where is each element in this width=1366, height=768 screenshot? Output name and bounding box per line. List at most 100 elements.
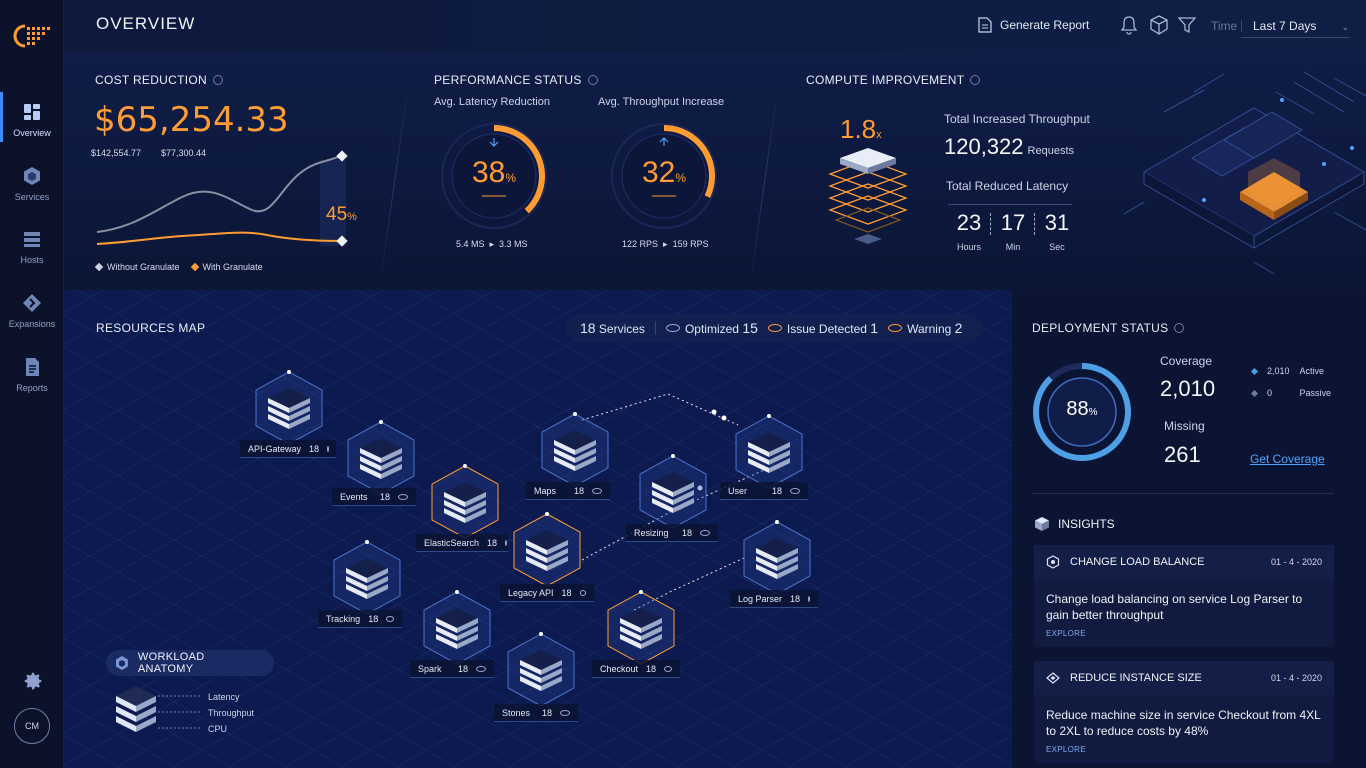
explore-link[interactable]: EXPLORE	[1034, 623, 1334, 648]
service-node-icon[interactable]	[344, 418, 418, 498]
sidebar-item-services[interactable]: Services	[0, 156, 64, 214]
cost-reduction-value: $65,254.33	[94, 100, 289, 140]
insight-card[interactable]: REDUCE INSTANCE SIZE 01 - 4 - 2020 Reduc…	[1034, 661, 1334, 763]
right-panel: DEPLOYMENT STATUS 88% Coverage 2,010 Mis…	[1012, 290, 1366, 768]
service-name: API-Gateway	[248, 443, 302, 454]
eye-icon	[700, 529, 710, 536]
page-title: OVERVIEW	[96, 14, 196, 33]
service-name: Resizing	[634, 527, 669, 538]
divider	[749, 82, 780, 282]
service-node-icon[interactable]	[636, 452, 710, 532]
timer-rule	[948, 204, 1072, 205]
time-range-select[interactable]: Last 7 Days ⌄	[1241, 12, 1349, 38]
service-node-icon[interactable]	[330, 538, 404, 618]
service-count: 18	[681, 527, 692, 538]
latency-timer: 23 Hours 17 Min 31 Sec	[948, 210, 1078, 252]
avatar[interactable]: CM	[14, 708, 50, 744]
sidebar-item-expansions[interactable]: Expansions	[0, 283, 64, 341]
hours-value: 23	[956, 210, 982, 235]
eye-icon	[398, 493, 408, 500]
service-node-label[interactable]: Legacy API 18	[500, 584, 594, 602]
workload-anatomy-button[interactable]: WORKLOAD ANATOMY	[106, 650, 274, 676]
service-name: User	[728, 485, 748, 496]
eye-icon	[579, 589, 586, 596]
insight-card[interactable]: CHANGE LOAD BALANCE 01 - 4 - 2020 Change…	[1034, 545, 1334, 647]
service-node-icon[interactable]	[604, 588, 678, 668]
cost-reduction-title: COST REDUCTION	[95, 73, 223, 87]
missing-value: 261	[1164, 442, 1201, 467]
service-count: 18	[561, 587, 572, 598]
get-coverage-link[interactable]: Get Coverage	[1250, 452, 1325, 466]
without-granulate-line	[96, 155, 343, 233]
service-node-icon[interactable]	[428, 462, 502, 542]
server-icon	[24, 232, 40, 247]
document-icon	[26, 358, 39, 376]
insight-card-date: 01 - 4 - 2020	[1270, 673, 1322, 683]
arrow-diamond-icon	[23, 294, 41, 312]
insights-title: INSIGHTS	[1034, 516, 1115, 532]
info-icon[interactable]	[1174, 323, 1185, 333]
service-count: 18	[771, 485, 782, 496]
service-count: 18	[646, 663, 657, 674]
report-icon	[978, 17, 992, 33]
hours-label: Hours	[956, 242, 981, 252]
service-name: Legacy API	[508, 587, 554, 598]
service-node-label[interactable]: Stones 18	[494, 704, 578, 722]
service-count: 18	[487, 537, 498, 548]
throughput-value: 32%	[641, 156, 687, 189]
insight-card-body: Change load balancing on service Log Par…	[1046, 592, 1303, 622]
service-node-label[interactable]: Tracking 18	[318, 610, 402, 628]
service-node-label[interactable]: User 18	[720, 482, 808, 500]
info-icon[interactable]	[970, 75, 981, 85]
sidebar-item-overview[interactable]: Overview	[0, 92, 64, 150]
workload-stack-icon	[116, 686, 202, 732]
service-node-label[interactable]: Maps 18	[526, 482, 610, 500]
throughput-label: Avg. Throughput Increase	[598, 96, 725, 108]
explore-link[interactable]: EXPLORE	[1034, 739, 1334, 764]
bell-icon[interactable]	[1118, 14, 1140, 36]
service-node-label[interactable]: ElasticSearch 18	[416, 534, 508, 552]
info-icon[interactable]	[212, 75, 223, 85]
service-name: Spark	[418, 663, 442, 674]
service-node-icon[interactable]	[732, 412, 806, 492]
hexagon-icon	[115, 656, 128, 670]
service-node-icon[interactable]	[252, 368, 326, 448]
diamond-layers-icon	[1046, 672, 1060, 684]
coverage-value: 2,010	[1160, 376, 1216, 401]
eye-icon	[386, 615, 394, 622]
sidebar-item-hosts[interactable]: Hosts	[0, 219, 64, 277]
service-node-label[interactable]: Spark 18	[410, 660, 494, 678]
throughput-range: 122 RPS ▸ 159 RPS	[622, 239, 709, 249]
eye-icon	[476, 665, 486, 672]
workload-anatomy: WORKLOAD ANATOMY Latency Throughput CPU	[98, 640, 274, 744]
service-node-label[interactable]: Events 18	[332, 488, 416, 506]
gear-icon[interactable]	[22, 670, 44, 692]
granulate-logo-icon[interactable]	[13, 24, 51, 48]
sidebar-item-reports[interactable]: Reports	[0, 347, 64, 405]
minutes-value: 17	[1000, 210, 1026, 235]
service-node-icon[interactable]	[510, 510, 584, 590]
service-count: 18	[309, 443, 320, 454]
service-node-icon[interactable]	[504, 630, 578, 710]
service-node-icon[interactable]	[538, 410, 612, 490]
service-node-label[interactable]: Checkout 18	[592, 660, 680, 678]
service-node-icon[interactable]	[420, 588, 494, 668]
service-node-icon[interactable]	[740, 518, 814, 598]
minutes-label: Min	[1005, 242, 1021, 252]
dashboard-icon	[24, 104, 40, 120]
info-icon[interactable]	[587, 75, 598, 85]
service-node-label[interactable]: Log Parser 18	[730, 590, 818, 608]
filter-icon[interactable]	[1176, 14, 1198, 36]
service-name: Checkout	[600, 663, 639, 674]
sidebar-item-label: Reports	[16, 383, 48, 393]
performance-status-title: PERFORMANCE STATUS	[434, 73, 598, 87]
generate-report-button[interactable]: Generate Report	[978, 17, 1089, 33]
insights-divider	[1032, 493, 1334, 494]
cube-icon[interactable]	[1148, 14, 1170, 36]
service-node-label[interactable]: Resizing 18	[626, 524, 718, 542]
service-node-label[interactable]: API-Gateway 18	[240, 440, 336, 458]
throughput-total-value: 120,322 Requests	[944, 134, 1075, 159]
seconds-label: Sec	[1049, 242, 1065, 252]
service-name: Tracking	[326, 613, 361, 624]
deployment-status-title: DEPLOYMENT STATUS	[1032, 321, 1185, 335]
